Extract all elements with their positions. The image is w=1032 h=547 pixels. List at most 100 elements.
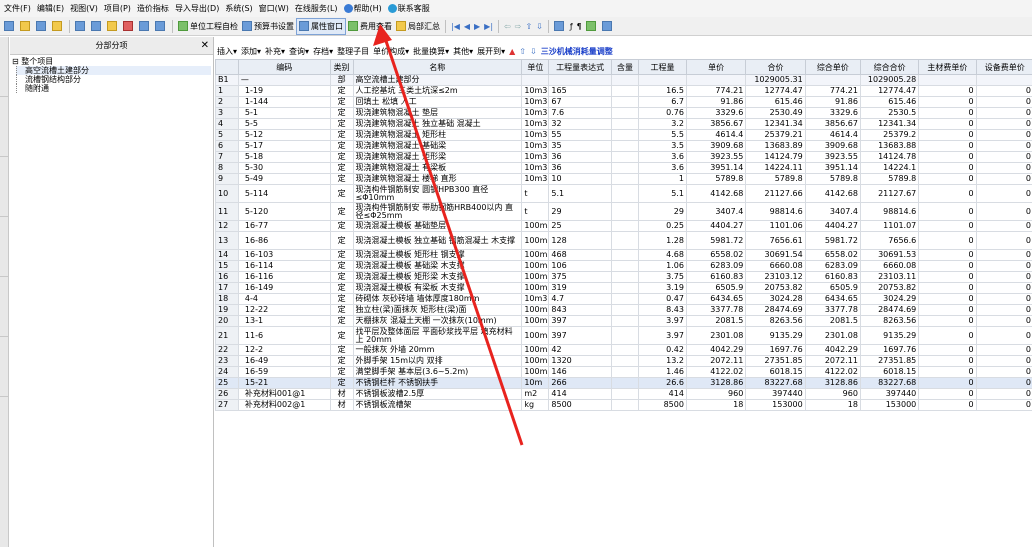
content-cell[interactable]	[610, 220, 640, 232]
equipment-cell[interactable]: 0	[975, 326, 1032, 345]
main-material-cell[interactable]: 0	[918, 271, 977, 283]
type-cell[interactable]: 定	[329, 260, 354, 272]
table-row[interactable]: 5 5-12 定现浇建筑物混凝土 矩形柱 10m3 55 5.5 4614.4 25379.2…	[215, 129, 1032, 141]
code-cell[interactable]: 16-116	[237, 271, 331, 283]
type-cell[interactable]: 定	[329, 118, 354, 130]
name-cell[interactable]: 人工挖基坑 三类土坑深≤2m	[352, 85, 523, 97]
total-cell[interactable]: 30691.54	[745, 249, 806, 261]
price-cell[interactable]: 18	[685, 399, 747, 411]
content-cell[interactable]	[610, 202, 640, 221]
qty-cell[interactable]: 0.25	[638, 220, 687, 232]
price-cell[interactable]: 6434.65	[685, 293, 747, 305]
machine-adjust-button[interactable]: 三沙机械消耗量调整	[541, 46, 613, 57]
col-header[interactable]: 类别	[329, 59, 354, 75]
comp-total-cell[interactable]: 25379.2	[859, 129, 920, 141]
price-cell[interactable]: 6558.02	[685, 249, 747, 261]
type-cell[interactable]: 定	[329, 293, 354, 305]
expr-cell[interactable]: 146	[548, 366, 612, 378]
col-header[interactable]: 单位	[521, 59, 550, 75]
name-cell[interactable]: 不锈钢栏杆 不锈钢扶手	[352, 377, 523, 389]
type-cell[interactable]: 定	[329, 184, 354, 203]
main-material-cell[interactable]: 0	[918, 326, 977, 345]
price-cell[interactable]: 774.21	[685, 85, 747, 97]
qty-cell[interactable]: 0.42	[638, 344, 687, 356]
side-tab[interactable]	[0, 337, 8, 397]
code-cell[interactable]: 16-77	[237, 220, 331, 232]
table-row[interactable]: 27 补充材料002@1 材不锈钢板流槽架 kg 8500 8500 18 153000 18 1…	[215, 399, 1032, 411]
comp-price-cell[interactable]: 3909.68	[804, 140, 861, 152]
paragraph-icon[interactable]: ¶	[575, 18, 584, 35]
total-cell[interactable]: 25379.21	[745, 129, 806, 141]
table-row[interactable]: 1716-149定现浇混凝土模板 有梁板 木支撑100m23193.196505…	[215, 282, 1032, 294]
menu-file[interactable]: 文件(F)	[4, 3, 31, 14]
total-cell[interactable]: 13683.89	[745, 140, 806, 152]
total-cell[interactable]: 14224.11	[745, 162, 806, 174]
table-row[interactable]: 1516-114定现浇混凝土模板 基础梁 木支撑100m21061.066283…	[215, 260, 1032, 272]
qty-cell[interactable]: 16.5	[638, 85, 687, 97]
add-button[interactable]: 添加▾	[241, 46, 261, 57]
qty-cell[interactable]: 4.68	[638, 249, 687, 261]
main-material-cell[interactable]	[918, 74, 977, 86]
code-cell[interactable]: 1-19	[237, 85, 331, 97]
price-cell[interactable]: 5789.8	[685, 173, 747, 185]
name-cell[interactable]: 外脚手架 15m以内 双排	[352, 355, 523, 367]
comp-total-cell[interactable]: 28474.69	[859, 304, 920, 316]
comp-price-cell[interactable]: 3128.86	[804, 377, 861, 389]
equipment-cell[interactable]: 0	[975, 344, 1032, 356]
unit-cell[interactable]: 100m2	[521, 249, 550, 261]
comp-price-cell[interactable]: 6558.02	[804, 249, 861, 261]
total-cell[interactable]: 12341.34	[745, 118, 806, 130]
table-row[interactable]: 1912-22定独立柱(梁)面抹灰 矩形柱(梁)面100m28438.43337…	[215, 304, 1032, 316]
menu-import-export[interactable]: 导入导出(D)	[175, 3, 219, 14]
expr-cell[interactable]: 468	[548, 249, 612, 261]
price-cell[interactable]: 4142.68	[685, 184, 747, 203]
code-cell[interactable]: 5-1	[237, 107, 331, 119]
price-cell[interactable]: 3951.14	[685, 162, 747, 174]
unit-cell[interactable]	[521, 74, 550, 86]
expr-cell[interactable]	[548, 74, 612, 86]
name-cell[interactable]: 现浇建筑物混凝土 基础梁	[352, 140, 523, 152]
content-cell[interactable]	[610, 231, 640, 250]
code-cell[interactable]: 补充材料001@1	[237, 388, 331, 400]
total-cell[interactable]: 153000	[745, 399, 806, 411]
comp-total-cell[interactable]: 98814.6	[859, 202, 920, 221]
expr-cell[interactable]: 8500	[548, 399, 612, 411]
comp-price-cell[interactable]: 18	[804, 399, 861, 411]
type-cell[interactable]: 定	[329, 344, 354, 356]
name-cell[interactable]: 现浇混凝土模板 基础垫层	[352, 220, 523, 232]
archive-button[interactable]: 存档▾	[313, 46, 333, 57]
name-cell[interactable]: 现浇混凝土模板 有梁板 木支撑	[352, 282, 523, 294]
table-row[interactable]: 2416-59定满堂脚手架 基本层(3.6~5.2m)100m21461.464…	[215, 366, 1032, 378]
main-material-cell[interactable]: 0	[918, 282, 977, 294]
comp-price-cell[interactable]: 91.86	[804, 96, 861, 108]
table-row[interactable]: 7 5-18 定现浇建筑物混凝土 矩形梁 10m3 36 3.6 3923.55 14124.…	[215, 151, 1032, 163]
type-cell[interactable]: 定	[329, 366, 354, 378]
table-row[interactable]: 9 5-49 定现浇建筑物混凝土 楼梯 直形 10m3 10 1 5789.8 5789.8 5…	[215, 173, 1032, 185]
unit-price-button[interactable]: 单价构成▾	[373, 46, 409, 57]
qty-cell[interactable]	[638, 74, 687, 86]
equipment-cell[interactable]: 0	[975, 96, 1032, 108]
equipment-cell[interactable]: 0	[975, 249, 1032, 261]
type-cell[interactable]: 定	[329, 304, 354, 316]
main-material-cell[interactable]: 0	[918, 377, 977, 389]
code-cell[interactable]: 5-12	[237, 129, 331, 141]
equipment-cell[interactable]	[975, 74, 1032, 86]
content-cell[interactable]	[610, 304, 640, 316]
unit-cell[interactable]: 100m2	[521, 231, 550, 250]
fee-view-button[interactable]: 费用查看	[346, 18, 394, 35]
main-material-cell[interactable]: 0	[918, 344, 977, 356]
type-cell[interactable]: 部	[329, 74, 354, 86]
budget-setting-button[interactable]: 预算书设置	[240, 18, 296, 35]
table-row[interactable]: 1316-86定现浇混凝土模板 独立基础 钢筋混凝土 木支撑100m2128 1.…	[215, 231, 1032, 250]
qty-cell[interactable]: 3.75	[638, 271, 687, 283]
side-tab[interactable]	[0, 37, 8, 97]
qty-cell[interactable]: 3.5	[638, 140, 687, 152]
expr-cell[interactable]: 42	[548, 344, 612, 356]
comp-total-cell[interactable]: 7656.6	[859, 231, 920, 250]
name-cell[interactable]: 回填土 松填 人工	[352, 96, 523, 108]
content-cell[interactable]	[610, 377, 640, 389]
unit-cell[interactable]: 100m2	[521, 271, 550, 283]
save-icon[interactable]	[34, 18, 50, 35]
unit-cell[interactable]: 10m3	[521, 85, 550, 97]
table-row[interactable]: 1216-77定现浇混凝土模板 基础垫层100m2250.254404.2711…	[215, 220, 1032, 232]
